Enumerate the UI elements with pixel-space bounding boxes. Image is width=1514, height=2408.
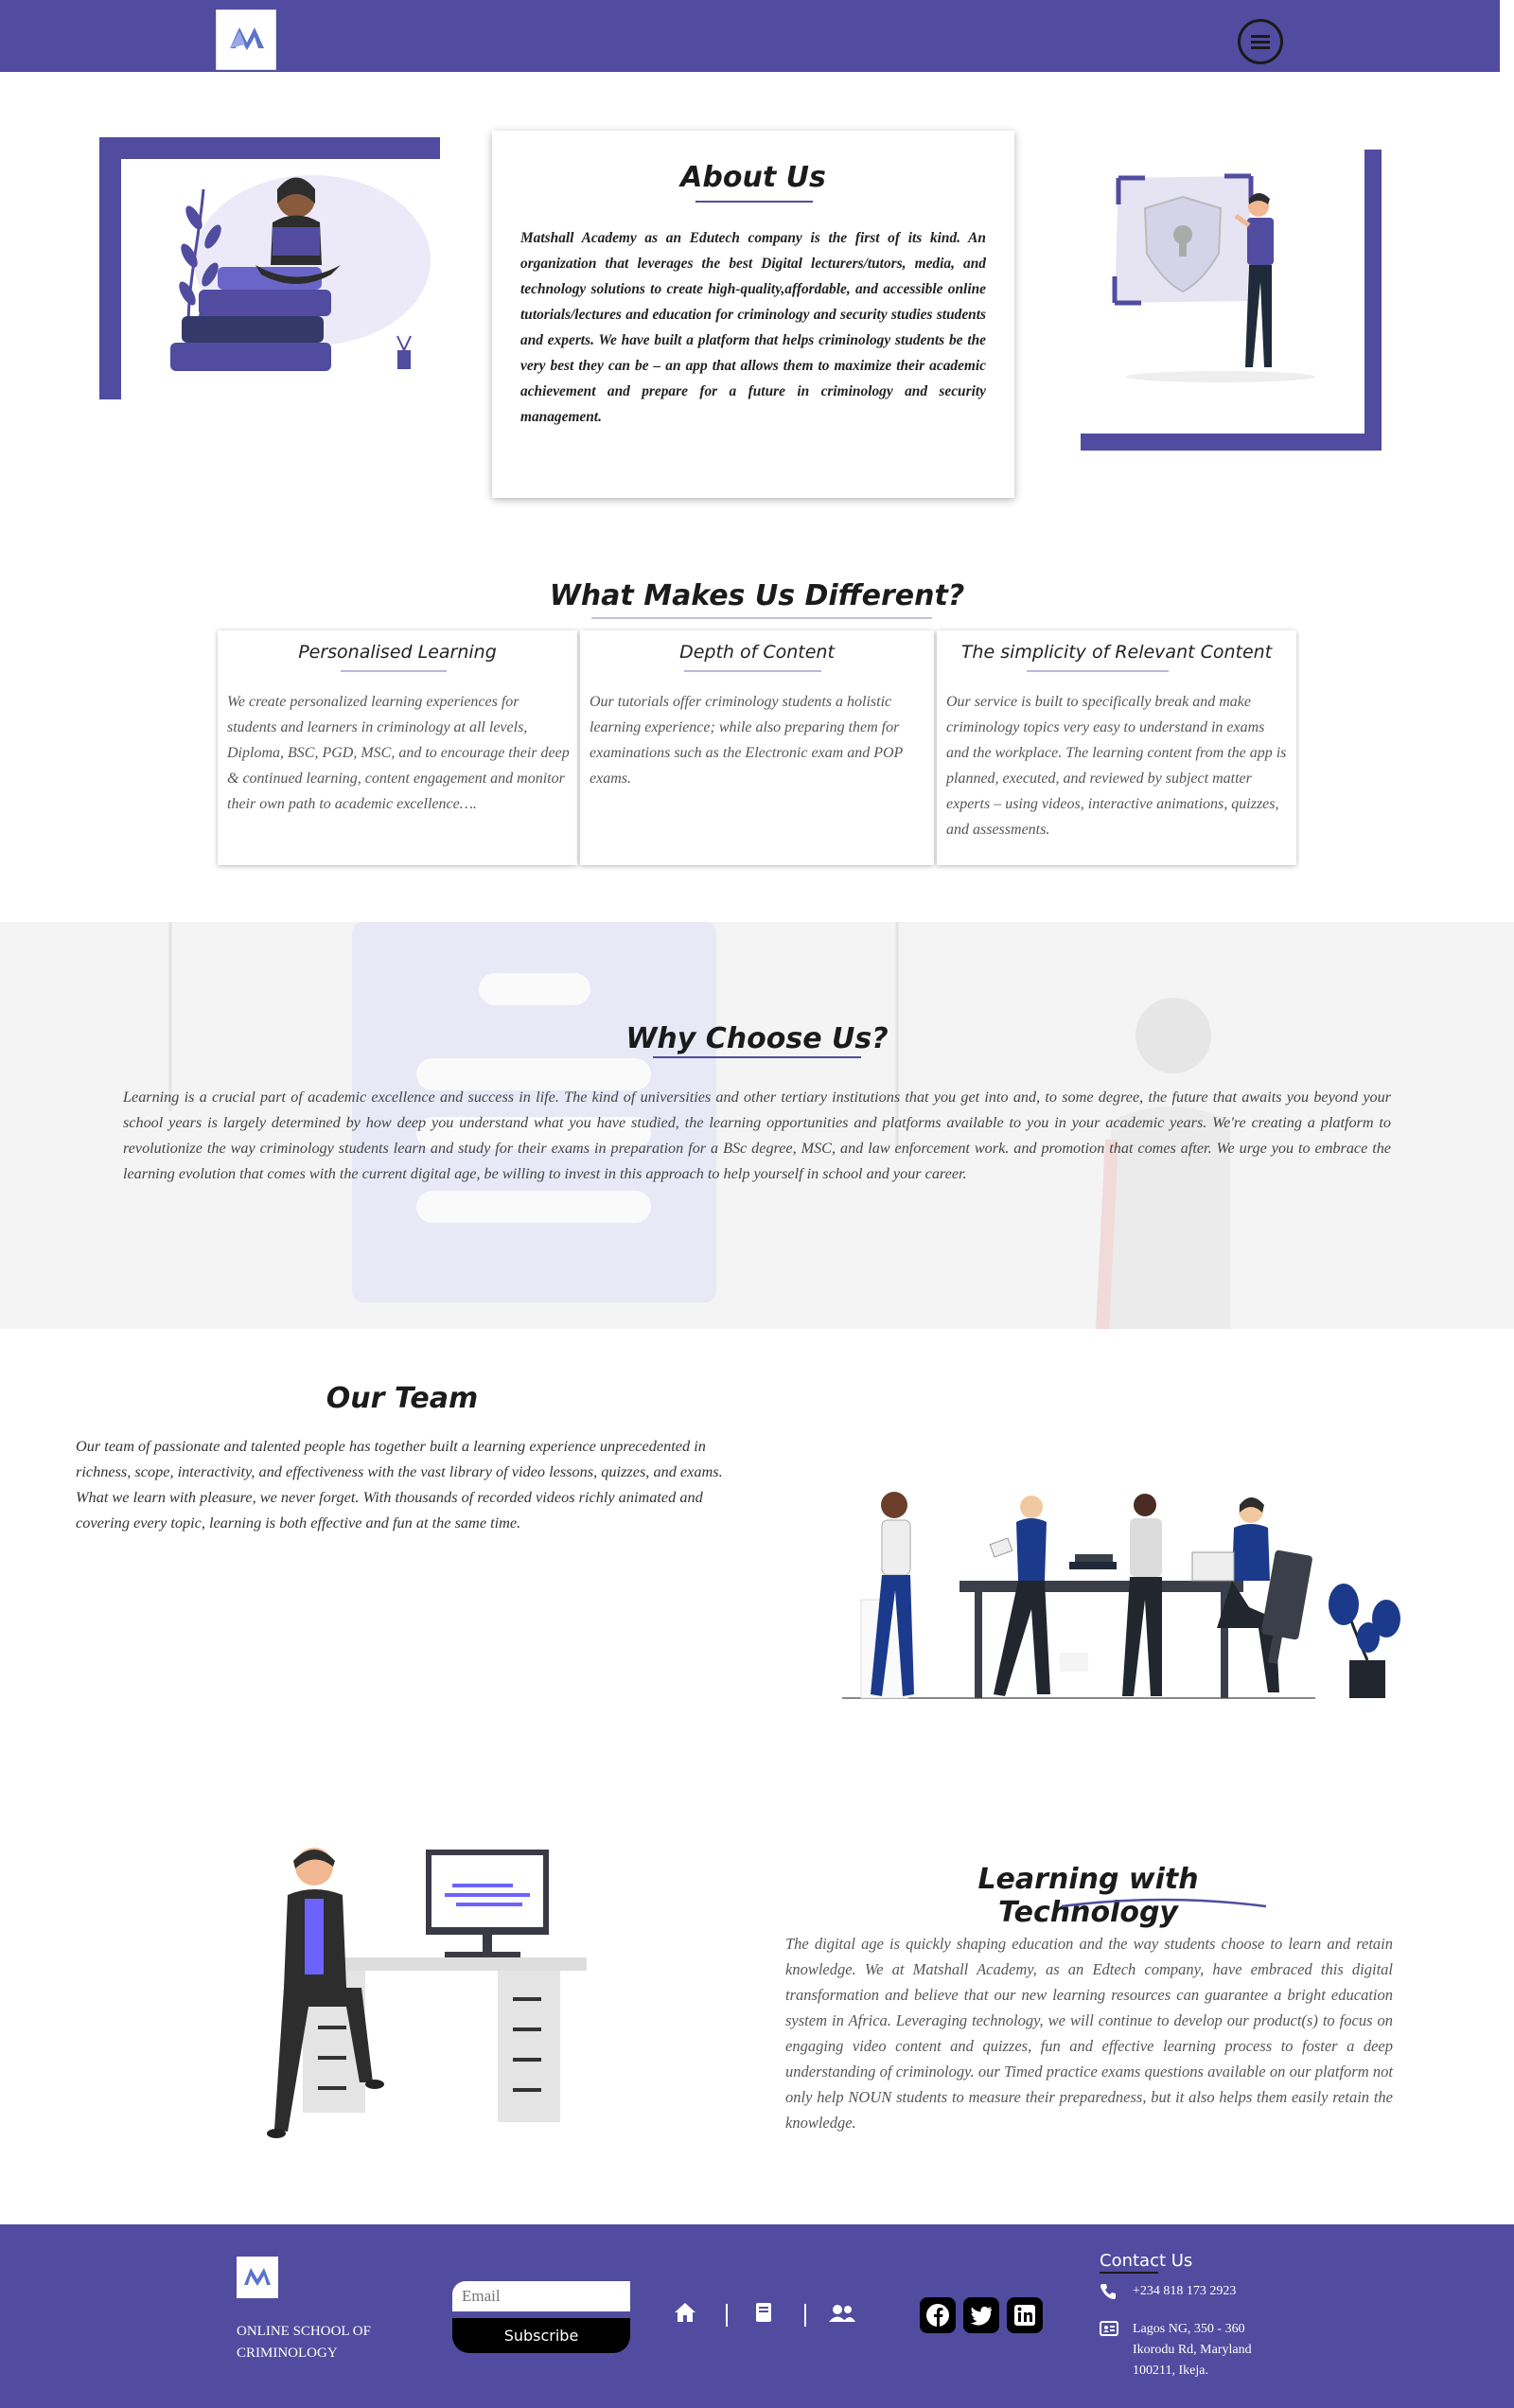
feature-title-underline <box>1027 670 1169 672</box>
subscribe-button[interactable]: Subscribe <box>452 2318 630 2353</box>
contact-title-underline <box>1100 2272 1158 2274</box>
footer-school-name: ONLINE SCHOOL OF CRIMINOLOGY <box>237 2324 371 2361</box>
team-text: Our team of passionate and talented peop… <box>76 1437 723 1532</box>
feature-card-personalised: Personalised Learning We create personal… <box>218 630 577 865</box>
about-illustration-right <box>1079 150 1382 452</box>
feature-title-underline <box>684 670 821 672</box>
newsletter-email-input[interactable] <box>452 2281 630 2311</box>
contact-title: Contact Us <box>1100 2251 1193 2271</box>
home-icon[interactable] <box>674 2302 696 2323</box>
address-card-icon <box>1100 2321 1118 2336</box>
team-illustration <box>842 1486 1419 1713</box>
why-text: Learning is a crucial part of academic e… <box>123 1089 1391 1182</box>
feature-card-simplicity: The simplicity of Relevant Content Our s… <box>937 630 1296 865</box>
tech-text: The digital age is quickly shaping educa… <box>785 1935 1393 2132</box>
linkedin-icon[interactable] <box>1007 2297 1043 2333</box>
footer-logo[interactable] <box>237 2257 278 2298</box>
tech-title-underline <box>1060 1897 1268 1910</box>
phone-icon <box>1100 2283 1117 2300</box>
book-icon[interactable] <box>754 2302 773 2323</box>
feature-title: Depth of Content <box>679 642 835 663</box>
tech-title: Learning with Technology <box>977 1863 1199 1929</box>
feature-title: Personalised Learning <box>298 642 497 663</box>
site-logo[interactable] <box>216 9 276 70</box>
hamburger-menu-icon[interactable] <box>1238 19 1283 64</box>
about-title: About Us <box>680 161 826 194</box>
tech-illustration <box>255 1846 596 2158</box>
footer-nav-divider <box>726 2304 728 2327</box>
about-text: Matshall Academy as an Edutech company i… <box>520 230 986 425</box>
contact-address: Lagos NG, 350 - 360 Ikorodu Rd, Maryland… <box>1133 2322 1252 2378</box>
different-title-underline <box>591 617 932 619</box>
contact-phone[interactable]: +234 818 173 2923 <box>1133 2281 1236 2302</box>
feature-body: Our tutorials offer criminology students… <box>590 694 904 787</box>
about-title-underline <box>695 201 813 203</box>
facebook-icon[interactable] <box>920 2297 956 2333</box>
different-title: What Makes Us Different? <box>549 579 965 612</box>
about-illustration-left <box>95 133 445 407</box>
feature-card-depth: Depth of Content Our tutorials offer cri… <box>580 630 934 865</box>
twitter-icon[interactable] <box>963 2297 999 2333</box>
feature-title: The simplicity of Relevant Content <box>960 642 1273 663</box>
why-title-underline <box>653 1056 861 1058</box>
users-icon[interactable] <box>829 2304 855 2323</box>
why-title: Why Choose Us? <box>625 1022 889 1055</box>
feature-body: Our service is built to specifically bre… <box>946 694 1287 838</box>
team-title: Our Team <box>326 1382 479 1415</box>
feature-title-underline <box>341 670 447 672</box>
footer-nav-divider <box>804 2304 806 2327</box>
feature-body: We create personalized learning experien… <box>227 694 570 812</box>
